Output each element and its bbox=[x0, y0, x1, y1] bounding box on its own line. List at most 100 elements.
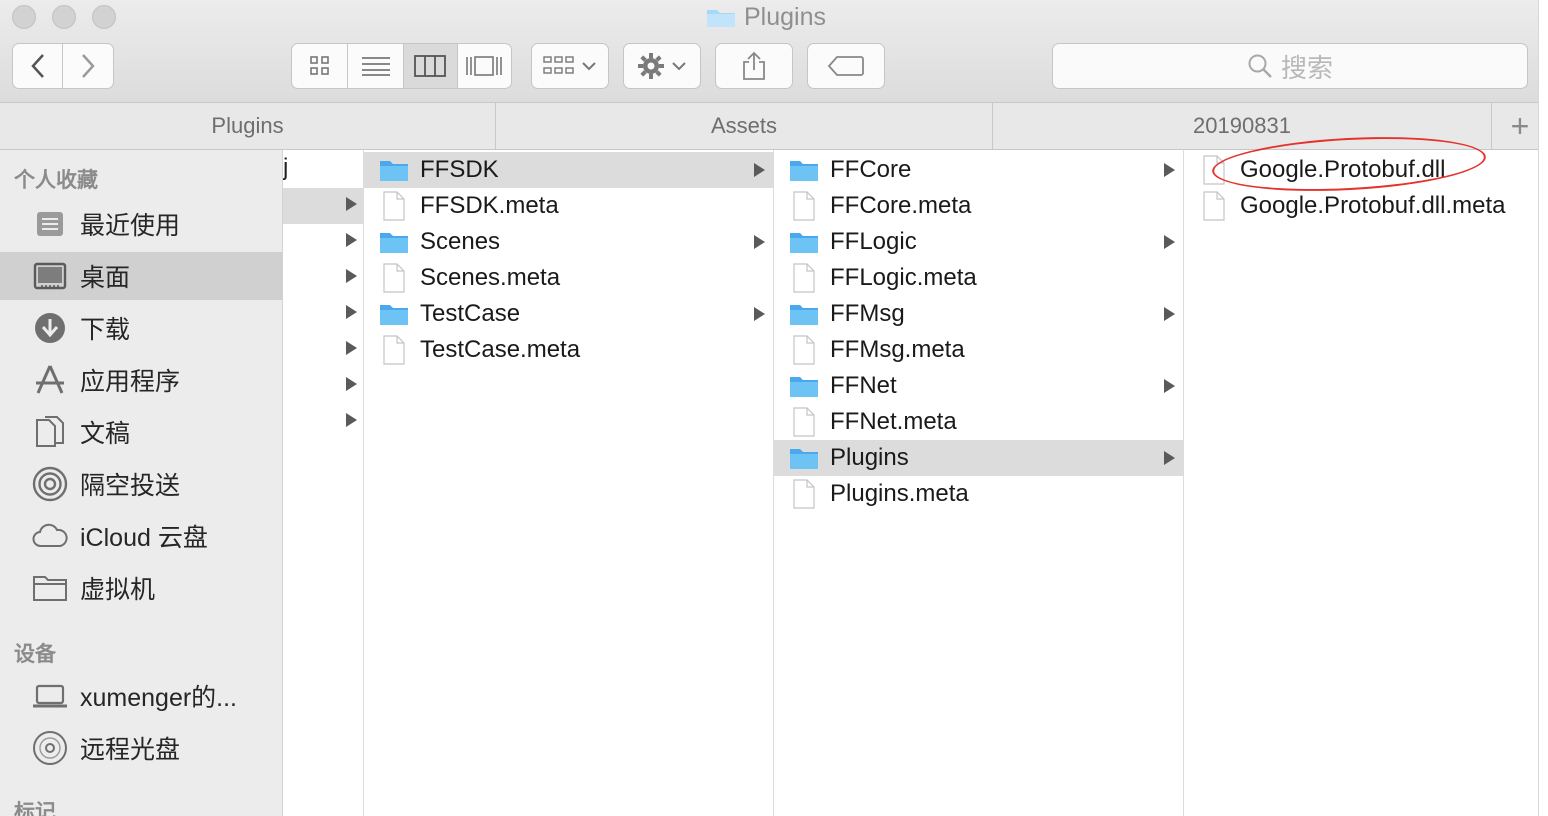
search-placeholder: 搜索 bbox=[1280, 52, 1333, 83]
sidebar-item-remote-disc[interactable]: 远程光盘 bbox=[0, 724, 282, 772]
file-icon-wrap bbox=[1198, 191, 1230, 221]
forward-button[interactable] bbox=[63, 44, 113, 88]
column-1: FFSDK FFSDK.meta Scenes Scenes.meta TestCase… bbox=[364, 150, 774, 816]
back-button[interactable] bbox=[13, 44, 64, 88]
chevron-right-icon bbox=[82, 54, 95, 78]
sidebar-item-icloud[interactable]: iCloud 云盘 bbox=[0, 512, 282, 560]
search-field[interactable]: 搜索 bbox=[1052, 43, 1528, 89]
sidebar-item-downloads[interactable]: 下载 bbox=[0, 304, 282, 352]
recents-icon bbox=[37, 212, 63, 236]
disclosure-arrow bbox=[346, 377, 357, 391]
share-button[interactable] bbox=[715, 43, 793, 89]
item-name: TestCase.meta bbox=[420, 336, 581, 363]
file-row[interactable]: Scenes.meta bbox=[364, 260, 773, 296]
file-row[interactable]: FFMsg.meta bbox=[774, 332, 1183, 368]
column-view-icon bbox=[414, 55, 447, 77]
file-row[interactable]: FFLogic.meta bbox=[774, 260, 1183, 296]
window-title: Plugins bbox=[706, 3, 826, 31]
folder-icon bbox=[790, 233, 818, 253]
chevron-left-icon bbox=[30, 54, 44, 78]
gallery-view-button[interactable] bbox=[458, 44, 512, 88]
column-3: Google.Protobuf.dll Google.Protobuf.dll.m… bbox=[1184, 150, 1538, 816]
file-row[interactable]: TestCase.meta bbox=[364, 332, 773, 368]
item-name: FFNet.meta bbox=[830, 408, 957, 435]
disclosure-arrow bbox=[1164, 235, 1175, 249]
list-view-icon bbox=[361, 57, 390, 76]
folder-icon bbox=[707, 10, 735, 27]
window-toolbar: Plugins 搜索 bbox=[0, 0, 1548, 103]
partial-item-name: j bbox=[283, 154, 289, 181]
list-view-button[interactable] bbox=[348, 44, 404, 88]
sidebar-item-vm[interactable]: 虚拟机 bbox=[0, 564, 282, 612]
group-by-button[interactable] bbox=[531, 43, 609, 89]
action-menu-button[interactable] bbox=[623, 43, 701, 89]
tags-button[interactable] bbox=[807, 43, 885, 89]
navigation-buttons bbox=[12, 43, 114, 89]
file-row[interactable]: FFCore.meta bbox=[774, 188, 1183, 224]
file-icon bbox=[793, 191, 815, 221]
file-icon bbox=[793, 335, 815, 365]
icon-view-button[interactable] bbox=[292, 44, 349, 88]
item-name: Google.Protobuf.dll.meta bbox=[1240, 192, 1506, 219]
sidebar-item-label: xumenger的... bbox=[80, 684, 238, 712]
folder-icon bbox=[790, 377, 818, 397]
file-row[interactable]: FFNet.meta bbox=[774, 404, 1183, 440]
folder-row[interactable]: TestCase bbox=[364, 296, 773, 332]
sidebar-item-this-mac[interactable]: xumenger的... bbox=[0, 672, 282, 720]
disclosure-arrow bbox=[754, 307, 765, 321]
folder-icon bbox=[790, 161, 818, 181]
close-window-button[interactable] bbox=[12, 5, 36, 29]
file-icon-wrap bbox=[788, 479, 820, 509]
folder-row[interactable]: FFLogic bbox=[774, 224, 1183, 260]
item-name: Plugins.meta bbox=[830, 480, 969, 507]
minimize-window-button[interactable] bbox=[52, 5, 76, 29]
folder-row[interactable]: Plugins bbox=[774, 440, 1183, 476]
airdrop-icon bbox=[32, 466, 68, 502]
item-name: Scenes bbox=[420, 228, 501, 255]
disclosure-arrow bbox=[754, 163, 765, 177]
file-row[interactable]: Plugins.meta bbox=[774, 476, 1183, 512]
column-2: FFCore FFCore.meta FFLogic FFLogic.meta FFMs… bbox=[774, 150, 1184, 816]
file-icon bbox=[383, 335, 405, 365]
folder-icon-wrap bbox=[788, 156, 820, 184]
disclosure-arrow bbox=[346, 305, 357, 319]
tags-header: 标记 bbox=[14, 801, 56, 816]
folder-icon-wrap bbox=[788, 300, 820, 328]
folder-row[interactable]: FFCore bbox=[774, 152, 1183, 188]
folder-row[interactable]: FFNet bbox=[774, 368, 1183, 404]
disclosure-arrow bbox=[346, 197, 357, 211]
zoom-window-button[interactable] bbox=[92, 5, 116, 29]
folder-row[interactable]: Scenes bbox=[364, 224, 773, 260]
folder-icon bbox=[380, 233, 408, 253]
path-crumb-plugins[interactable]: Plugins bbox=[0, 103, 496, 149]
folder-icon bbox=[790, 305, 818, 325]
file-icon-wrap bbox=[788, 191, 820, 221]
sidebar-item-label: 文稿 bbox=[80, 420, 131, 448]
disclosure-arrow bbox=[1164, 307, 1175, 321]
column-view-button[interactable] bbox=[403, 44, 458, 88]
desktop-icon bbox=[33, 262, 67, 290]
path-crumb-assets[interactable]: Assets bbox=[496, 103, 993, 149]
file-icon bbox=[793, 407, 815, 437]
sidebar-item-applications[interactable]: 应用程序 bbox=[0, 356, 282, 404]
folder-row[interactable]: FFMsg bbox=[774, 296, 1183, 332]
file-icon-wrap bbox=[378, 335, 410, 365]
disclosure-arrow bbox=[1164, 451, 1175, 465]
sidebar: 个人收藏 最近使用 桌面 下载 应用程序 文稿 隔空投送 iCloud 云盘 虚… bbox=[0, 150, 283, 816]
file-icon-wrap bbox=[788, 263, 820, 293]
file-icon bbox=[1203, 191, 1225, 221]
sidebar-item-recents[interactable]: 最近使用 bbox=[0, 200, 282, 248]
view-mode-control bbox=[291, 43, 512, 89]
sidebar-item-desktop[interactable]: 桌面 bbox=[0, 252, 282, 300]
sidebar-item-airdrop[interactable]: 隔空投送 bbox=[0, 460, 282, 508]
window-edge bbox=[1538, 0, 1548, 816]
folder-icon-wrap bbox=[788, 444, 820, 472]
disclosure-arrow bbox=[754, 235, 765, 249]
file-row[interactable]: FFSDK.meta bbox=[364, 188, 773, 224]
applications-icon bbox=[36, 365, 64, 394]
disclosure-arrow bbox=[346, 233, 357, 247]
search-icon bbox=[1248, 54, 1272, 78]
sidebar-item-documents[interactable]: 文稿 bbox=[0, 408, 282, 456]
file-row[interactable]: Google.Protobuf.dll.meta bbox=[1184, 188, 1538, 224]
folder-row[interactable]: FFSDK bbox=[364, 152, 773, 188]
